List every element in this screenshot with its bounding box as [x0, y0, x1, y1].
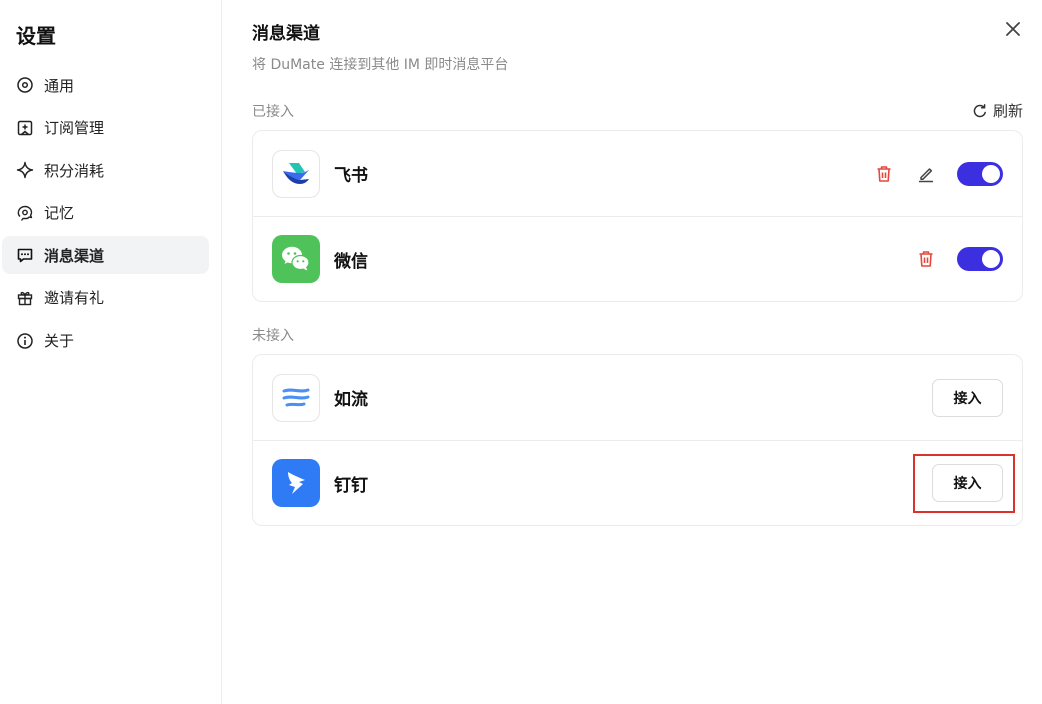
memory-icon — [16, 204, 34, 222]
pencil-icon — [919, 167, 933, 182]
sidebar-item-points[interactable]: 积分消耗 — [2, 151, 209, 189]
message-icon — [16, 246, 34, 264]
sparkle-icon — [16, 161, 34, 179]
message-channels-panel: 消息渠道 将 DuMate 连接到其他 IM 即时消息平台 已接入 刷新 飞书 — [252, 0, 1023, 704]
enable-toggle[interactable] — [957, 247, 1003, 271]
sidebar-item-label: 通用 — [44, 76, 75, 95]
toggle-knob — [982, 164, 1000, 183]
settings-sidebar: 设置 通用 订阅管理 积分消耗 记忆 消息渠道 邀请有礼 关于 — [0, 0, 222, 704]
page-title: 消息渠道 — [252, 24, 320, 44]
channel-name: 飞书 — [334, 166, 368, 186]
trash-icon — [919, 251, 933, 267]
sidebar-item-memory[interactable]: 记忆 — [2, 194, 209, 232]
sidebar-nav: 通用 订阅管理 积分消耗 记忆 消息渠道 邀请有礼 关于 — [2, 66, 209, 364]
close-icon — [1006, 22, 1020, 36]
feishu-logo-icon — [272, 149, 320, 198]
channel-row-dingtalk: 钉钉 接入 — [253, 440, 1022, 525]
connected-channels-card: 飞书 微信 — [252, 130, 1023, 302]
channel-actions — [873, 161, 1003, 186]
gift-icon — [16, 289, 34, 307]
channel-row-feishu: 飞书 — [253, 131, 1022, 216]
sidebar-item-invite[interactable]: 邀请有礼 — [2, 279, 209, 317]
refresh-label: 刷新 — [992, 102, 1023, 120]
edit-button[interactable] — [915, 163, 937, 185]
sidebar-item-label: 关于 — [44, 332, 75, 351]
dingtalk-logo-icon — [272, 459, 320, 507]
channel-actions: 接入 — [932, 378, 1003, 417]
connect-button[interactable]: 接入 — [932, 378, 1003, 417]
channel-name: 钉钉 — [334, 475, 368, 496]
close-button[interactable] — [1001, 17, 1025, 41]
unconnected-channels-card: 如流 接入 钉钉 接入 — [252, 354, 1023, 526]
highlight-box — [913, 454, 1015, 513]
sidebar-item-label: 记忆 — [44, 204, 75, 223]
wechat-logo-icon — [272, 235, 320, 283]
info-icon — [16, 332, 34, 350]
settings-icon — [16, 76, 34, 94]
channel-row-ruliu: 如流 接入 — [253, 355, 1022, 440]
sidebar-item-label: 订阅管理 — [44, 119, 105, 138]
sidebar-item-about[interactable]: 关于 — [2, 322, 209, 360]
delete-button[interactable] — [873, 163, 895, 185]
ruliu-logo-icon — [272, 373, 320, 422]
channel-name: 如流 — [334, 390, 368, 410]
refresh-icon — [973, 103, 986, 117]
sidebar-item-message-channels[interactable]: 消息渠道 — [2, 236, 209, 275]
channel-name: 微信 — [334, 251, 368, 272]
channel-row-wechat: 微信 — [253, 216, 1022, 301]
enable-toggle[interactable] — [957, 161, 1003, 186]
sidebar-item-general[interactable]: 通用 — [2, 66, 209, 104]
page-subtitle: 将 DuMate 连接到其他 IM 即时消息平台 — [252, 57, 509, 73]
sidebar-item-subscription[interactable]: 订阅管理 — [2, 109, 209, 147]
delete-button[interactable] — [915, 248, 937, 270]
refresh-button[interactable]: 刷新 — [972, 100, 1023, 121]
connected-section-label: 已接入 — [252, 104, 294, 120]
subscription-icon — [16, 119, 34, 137]
sidebar-item-label: 积分消耗 — [44, 161, 105, 180]
sidebar-title: 设置 — [16, 24, 56, 48]
unconnected-section-label: 未接入 — [252, 328, 294, 344]
sidebar-item-label: 消息渠道 — [44, 246, 105, 265]
sidebar-item-label: 邀请有礼 — [44, 289, 105, 308]
channel-actions — [915, 247, 1003, 271]
trash-icon — [877, 165, 891, 182]
toggle-knob — [982, 250, 1000, 268]
